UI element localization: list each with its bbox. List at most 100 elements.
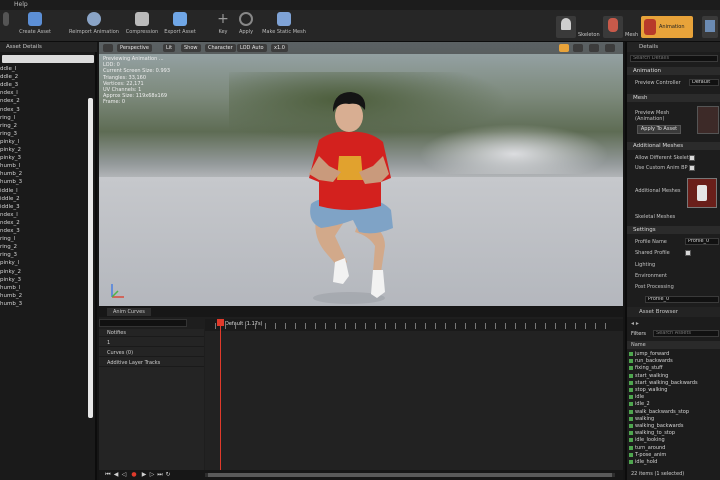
skeleton-tree-scrollbar[interactable] bbox=[88, 98, 93, 418]
preview-controller-select[interactable]: Default bbox=[689, 79, 719, 86]
bone-item[interactable]: pinky_2 bbox=[0, 147, 21, 153]
profile-footer-select[interactable]: Profile_0 bbox=[645, 296, 719, 303]
playback-speed-button[interactable]: x1.0 bbox=[271, 44, 288, 52]
asset-list-item[interactable]: walking_to_stop bbox=[629, 430, 675, 436]
viewport-maximize-icon[interactable] bbox=[605, 44, 615, 52]
bone-item[interactable]: pinky_3 bbox=[0, 155, 21, 161]
viewport-menu-button[interactable] bbox=[103, 44, 113, 52]
perspective-button[interactable]: Perspective bbox=[117, 44, 152, 52]
bone-item[interactable]: ndex_3 bbox=[0, 228, 20, 234]
asset-list-item[interactable]: stop_walking bbox=[628, 387, 667, 393]
toolbar-overflow-button[interactable] bbox=[0, 12, 12, 40]
anim-curves-tab[interactable]: Anim Curves bbox=[107, 308, 151, 316]
anim-track-row[interactable]: Additive Layer Tracks bbox=[99, 359, 204, 367]
viewport-grid-icon[interactable] bbox=[559, 44, 569, 52]
bone-item[interactable]: ndex_2 bbox=[0, 98, 20, 104]
prev-frame-icon[interactable]: ◀ bbox=[113, 472, 119, 478]
section-mesh[interactable]: Mesh bbox=[627, 94, 720, 102]
bone-item[interactable]: iddle_3 bbox=[0, 204, 20, 210]
lod-auto-button[interactable]: LOD Auto bbox=[237, 44, 267, 52]
asset-list-item[interactable]: walk_backwards_stop bbox=[628, 409, 689, 415]
bone-item[interactable]: ndex_l bbox=[0, 90, 18, 96]
bone-item[interactable]: iddle_2 bbox=[0, 196, 20, 202]
mode-mesh-tab[interactable] bbox=[603, 16, 623, 38]
details-search-input[interactable]: Search Details bbox=[630, 55, 718, 62]
anim-track-row[interactable]: Notifies bbox=[99, 329, 204, 337]
bone-item[interactable]: humb_l bbox=[0, 163, 20, 169]
create-asset-button[interactable]: Create Asset bbox=[18, 12, 52, 40]
preview-viewport[interactable]: Perspective Lit Show Character LOD Auto … bbox=[99, 42, 623, 306]
bone-item[interactable]: humb_3 bbox=[0, 301, 22, 307]
timeline-scrollbar[interactable] bbox=[205, 473, 615, 477]
asset-list-item[interactable]: start_walking_backwards bbox=[629, 380, 698, 386]
section-animation[interactable]: Animation bbox=[627, 67, 720, 75]
post-processing-label[interactable]: Post Processing bbox=[635, 284, 674, 290]
last-frame-icon[interactable]: ⏭ bbox=[157, 472, 163, 478]
bone-item[interactable]: ring_l bbox=[0, 115, 15, 121]
allow-different-skeleton-checkbox[interactable] bbox=[689, 155, 695, 161]
asset-list-item[interactable]: walking_backwards bbox=[628, 423, 683, 429]
shared-profile-checkbox[interactable] bbox=[685, 250, 691, 256]
bone-item[interactable]: ring_3 bbox=[0, 252, 17, 258]
bone-item[interactable]: humb_2 bbox=[0, 171, 22, 177]
bone-item[interactable]: pinky_l bbox=[0, 260, 19, 266]
skeleton-search-input[interactable] bbox=[2, 55, 94, 63]
show-button[interactable]: Show bbox=[181, 44, 201, 52]
asset-list-item[interactable]: idle bbox=[628, 394, 644, 400]
filters-button[interactable]: Filters bbox=[631, 331, 646, 337]
bone-item[interactable]: pinky_2 bbox=[0, 269, 21, 275]
asset-list-item[interactable]: fixing_stuff bbox=[629, 365, 663, 371]
details-tab[interactable]: Details bbox=[639, 44, 658, 50]
bone-item[interactable]: iddle_l bbox=[0, 188, 18, 194]
bone-item[interactable]: ddle_2 bbox=[0, 74, 18, 80]
asset-search-input[interactable]: Search Assets bbox=[653, 330, 719, 337]
viewport-rotate-icon[interactable] bbox=[589, 44, 599, 52]
compression-button[interactable]: Compression bbox=[124, 12, 160, 40]
bone-item[interactable]: ddle_3 bbox=[0, 82, 18, 88]
asset-list-item[interactable]: idle_2 bbox=[629, 401, 650, 407]
track-filter-input[interactable] bbox=[99, 319, 187, 327]
viewport-snap-icon[interactable] bbox=[573, 44, 583, 52]
bone-item[interactable]: ddle_l bbox=[0, 66, 16, 72]
character-button[interactable]: Character bbox=[205, 44, 236, 52]
loop-icon[interactable]: ↻ bbox=[165, 472, 171, 478]
lighting-label[interactable]: Lighting bbox=[635, 262, 655, 268]
bone-item[interactable]: pinky_3 bbox=[0, 277, 21, 283]
bone-item[interactable]: ring_l bbox=[0, 236, 15, 242]
lit-button[interactable]: Lit bbox=[163, 44, 176, 52]
bone-item[interactable]: humb_2 bbox=[0, 293, 22, 299]
export-asset-button[interactable]: Export Asset bbox=[162, 12, 198, 40]
first-frame-icon[interactable]: ⏮ bbox=[105, 472, 111, 478]
asset-details-tab[interactable]: Asset Details bbox=[6, 44, 42, 50]
bone-item[interactable]: ndex_l bbox=[0, 212, 18, 218]
asset-list-item[interactable]: run_backwards bbox=[629, 358, 673, 364]
use-custom-anim-checkbox[interactable] bbox=[689, 165, 695, 171]
bone-item[interactable]: ring_3 bbox=[0, 131, 17, 137]
record-icon[interactable]: ● bbox=[131, 472, 137, 478]
section-additional-meshes[interactable]: Additional Meshes bbox=[627, 142, 720, 150]
bone-item[interactable]: humb_3 bbox=[0, 179, 22, 185]
key-button[interactable]: + Key bbox=[214, 12, 232, 40]
section-settings[interactable]: Settings bbox=[627, 226, 720, 234]
asset-list-item[interactable]: idle_looking bbox=[629, 437, 665, 443]
next-frame-icon[interactable]: ▷ bbox=[149, 472, 155, 478]
apply-button[interactable]: Apply bbox=[236, 12, 256, 40]
additional-mesh-thumbnail[interactable] bbox=[687, 178, 717, 208]
asset-list-item[interactable]: start_walking bbox=[628, 373, 668, 379]
environment-label[interactable]: Environment bbox=[635, 273, 667, 279]
anim-track-row[interactable]: Curves (0) bbox=[99, 349, 204, 357]
preview-mesh-thumbnail[interactable] bbox=[697, 106, 719, 134]
mode-skeleton-tab[interactable] bbox=[556, 16, 576, 38]
bone-item[interactable]: ndex_2 bbox=[0, 220, 20, 226]
asset-list-item[interactable]: idle_hold bbox=[628, 459, 657, 465]
bone-item[interactable]: ring_2 bbox=[0, 123, 17, 129]
asset-list-item[interactable]: jump_forward bbox=[628, 351, 669, 357]
asset-list-item[interactable]: T-pose_anim bbox=[628, 452, 666, 458]
mode-blueprint-tab[interactable] bbox=[702, 16, 718, 38]
make-static-mesh-button[interactable]: Make Static Mesh bbox=[260, 12, 308, 40]
name-column-header[interactable]: Name bbox=[627, 341, 720, 349]
bone-item[interactable]: humb_l bbox=[0, 285, 20, 291]
bone-item[interactable]: ring_2 bbox=[0, 244, 17, 250]
back-arrow-icon[interactable]: ◂ ▸ bbox=[631, 320, 641, 327]
play-reverse-icon[interactable]: ◁ bbox=[121, 472, 127, 478]
